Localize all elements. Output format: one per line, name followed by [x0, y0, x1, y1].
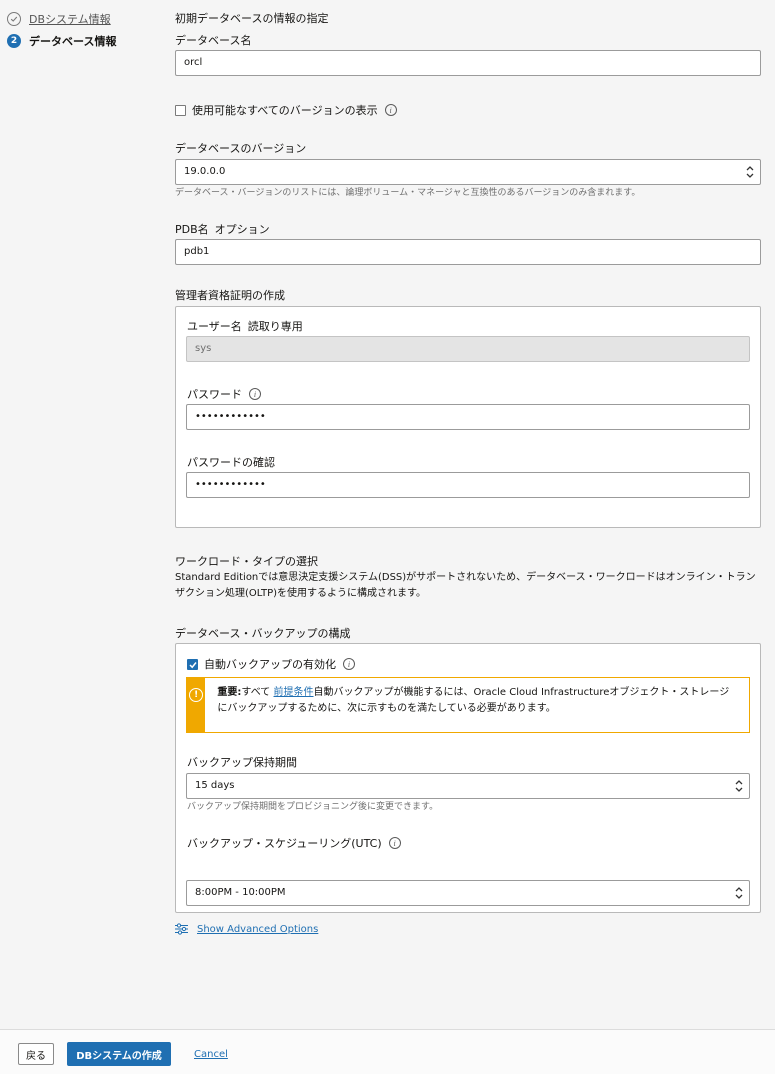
schedule-label: バックアップ・スケジューリング(UTC) i — [187, 835, 401, 851]
show-all-versions-checkbox[interactable] — [175, 104, 186, 116]
show-all-versions-label: 使用可能なすべてのバージョンの表示 — [192, 104, 378, 117]
pdb-name-input[interactable]: pdb1 — [175, 239, 761, 265]
db-version-label: データベースのバージョン — [175, 142, 307, 155]
footer-bar: 戻る DBシステムの作成 Cancel — [0, 1029, 775, 1074]
check-circle-icon — [7, 12, 21, 26]
prerequisites-link[interactable]: 前提条件 — [274, 687, 314, 698]
chevron-updown-icon — [746, 166, 754, 178]
auto-backup-checkbox[interactable] — [187, 658, 198, 670]
sliders-icon — [175, 923, 188, 935]
pdb-name-label-text: PDB名 — [175, 223, 209, 236]
step-database-info[interactable]: 2 データベース情報 — [7, 30, 116, 52]
info-icon[interactable]: i — [249, 388, 261, 400]
wizard-steps: DBシステム情報 2 データベース情報 — [7, 8, 116, 52]
info-icon[interactable]: i — [384, 104, 397, 116]
retention-label: バックアップ保持期間 — [187, 756, 297, 769]
step-label: DBシステム情報 — [29, 13, 111, 26]
warning-bar: ! — [187, 678, 206, 732]
advanced-options-row[interactable]: Show Advanced Options — [175, 923, 318, 935]
warning-text: 重要:すべて 前提条件自動バックアップが機能するには、Oracle Cloud … — [205, 678, 749, 732]
backup-title: データベース・バックアップの構成 — [175, 627, 351, 640]
confirm-password-input[interactable]: •••••••••••• — [186, 472, 750, 498]
username-label: ユーザー名 読取り専用 — [187, 318, 303, 334]
workload-description: Standard Editionでは意思決定支援システム(DSS)がサポートされ… — [175, 572, 756, 599]
advanced-options-link[interactable]: Show Advanced Options — [197, 924, 318, 935]
retention-value: 15 days — [195, 780, 235, 791]
info-icon[interactable]: i — [343, 658, 355, 670]
schedule-select[interactable]: 8:00PM - 10:00PM — [186, 880, 750, 906]
retention-help: バックアップ保持期間をプロビジョニング後に変更できます。 — [187, 802, 439, 812]
db-name-input[interactable]: orcl — [175, 50, 761, 76]
db-version-help: データベース・バージョンのリストには、論理ボリューム・マネージャと互換性のあるバ… — [175, 188, 641, 198]
schedule-label-text: バックアップ・スケジューリング(UTC) — [187, 837, 382, 850]
db-name-label: データベース名 — [175, 34, 252, 47]
confirm-password-label: パスワードの確認 — [187, 456, 275, 469]
db-version-value: 19.0.0.0 — [184, 166, 226, 177]
username-label-text: ユーザー名 — [187, 320, 242, 333]
show-all-versions-row: 使用可能なすべてのバージョンの表示 i — [175, 102, 397, 118]
warning-pre: すべて — [241, 687, 274, 698]
back-button[interactable]: 戻る — [18, 1043, 54, 1065]
password-input[interactable]: •••••••••••• — [186, 404, 750, 430]
create-db-system-button[interactable]: DBシステムの作成 — [67, 1042, 171, 1066]
db-version-select[interactable]: 19.0.0.0 — [175, 159, 761, 185]
chevron-updown-icon — [735, 780, 743, 792]
step-number-badge: 2 — [7, 34, 21, 48]
backup-box: 自動バックアップの有効化 i ! 重要:すべて 前提条件自動バックアップが機能す… — [175, 643, 761, 913]
password-label: パスワード i — [187, 386, 261, 402]
info-icon[interactable]: i — [388, 837, 401, 849]
prerequisite-warning: ! 重要:すべて 前提条件自動バックアップが機能するには、Oracle Clou… — [186, 677, 750, 733]
form-main: 初期データベースの情報の指定 データベース名 orcl 使用可能なすべてのバージ… — [175, 0, 761, 935]
warning-strong: 重要: — [217, 687, 242, 698]
readonly-tag: 読取り専用 — [247, 320, 303, 333]
optional-tag: オプション — [214, 223, 270, 236]
auto-backup-label: 自動バックアップの有効化 — [204, 658, 336, 671]
admin-credentials-title: 管理者資格証明の作成 — [175, 289, 285, 302]
step-db-system-info[interactable]: DBシステム情報 — [7, 8, 116, 30]
warning-icon: ! — [189, 688, 204, 702]
chevron-updown-icon — [735, 887, 743, 899]
workload-title: ワークロード・タイプの選択 — [175, 555, 318, 568]
cancel-link[interactable]: Cancel — [194, 1043, 228, 1065]
checkmark-icon — [189, 661, 197, 668]
password-label-text: パスワード — [187, 388, 242, 401]
pdb-name-label: PDB名 オプション — [175, 221, 270, 237]
auto-backup-row: 自動バックアップの有効化 i — [187, 656, 355, 672]
schedule-value: 8:00PM - 10:00PM — [195, 887, 286, 898]
retention-select[interactable]: 15 days — [186, 773, 750, 799]
username-input: sys — [186, 336, 750, 362]
section-title: 初期データベースの情報の指定 — [175, 12, 329, 25]
step-label: データベース情報 — [29, 35, 117, 48]
admin-credentials-box: ユーザー名 読取り専用 sys パスワード i •••••••••••• パスワー… — [175, 306, 761, 528]
